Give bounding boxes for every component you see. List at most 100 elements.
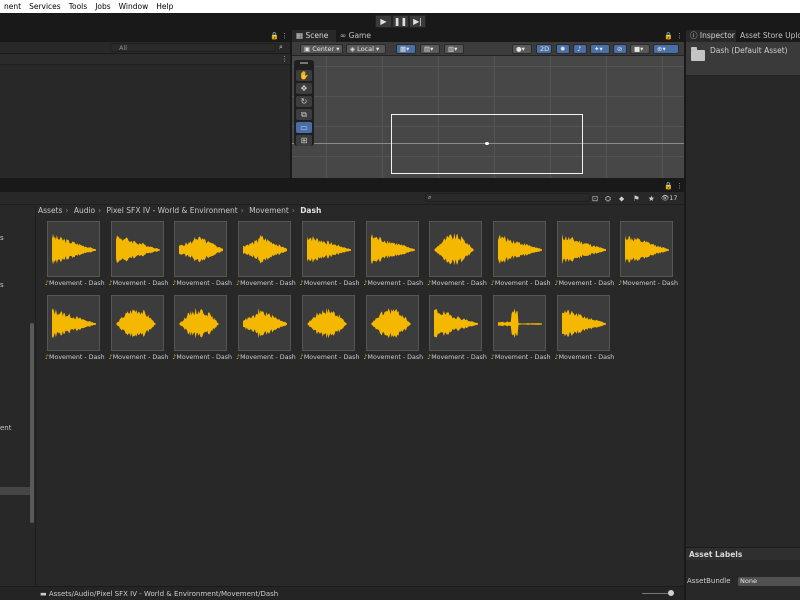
breadcrumb-audio[interactable]: Audio (74, 206, 95, 215)
drag-handle[interactable] (300, 62, 308, 64)
more-menu-icon[interactable]: ⋮ (676, 30, 683, 42)
asset-item[interactable]: ♪Movement - Dash (427, 295, 487, 363)
search-filter-icon[interactable]: ⌕ (279, 43, 283, 52)
menu-item[interactable]: nent (0, 0, 25, 13)
breadcrumb-movement[interactable]: Movement (249, 206, 289, 215)
asset-item[interactable]: ♪Movement - Dash (618, 221, 678, 289)
tab-scene[interactable]: ▦ Scene (292, 30, 336, 42)
more-menu-icon[interactable]: ⋮ (281, 30, 288, 42)
hierarchy-row[interactable]: ⋮ (0, 55, 290, 65)
waveform-graphic (497, 234, 542, 264)
space-dropdown[interactable]: ◈ Local ▾ (346, 44, 386, 54)
favorite-icon[interactable]: ★ (648, 194, 655, 203)
waveform-graphic (370, 308, 415, 339)
asset-name: Movement - Dash (367, 280, 424, 287)
camera-icon[interactable]: ■▾ (630, 44, 650, 54)
asset-item[interactable]: ♪Movement - Dash (300, 221, 359, 289)
scene-viewport[interactable] (292, 56, 684, 178)
toggle-2d-button[interactable]: 2D (536, 44, 552, 54)
tree-scrollbar[interactable] (30, 323, 34, 523)
asset-item[interactable]: ♪Movement - Dash (364, 221, 423, 289)
audio-toggle-button[interactable]: ▥▾ (444, 44, 464, 54)
audio-waveform-thumbnail (365, 221, 419, 277)
asset-item[interactable]: ♪Movement - Dash (364, 295, 423, 363)
asset-item[interactable]: ♪Movement - Dash (45, 295, 105, 363)
asset-item[interactable]: ♪Movement - Dash (427, 221, 487, 289)
tree-item[interactable]: ent (0, 424, 12, 432)
asset-label: ♪Movement - Dash (172, 280, 232, 287)
more-menu-icon[interactable]: ⋮ (676, 180, 683, 192)
move-tool-icon[interactable]: ✥ (296, 83, 312, 94)
asset-item[interactable]: ♪Movement - Dash (555, 295, 614, 363)
breadcrumb-dash[interactable]: Dash (300, 206, 321, 215)
breadcrumb-assets[interactable]: Assets (38, 206, 62, 215)
tree-item[interactable]: s (0, 281, 4, 289)
hidden-packages-icon[interactable]: 👁17 (661, 194, 678, 202)
step-button[interactable]: ▶| (409, 15, 426, 28)
asset-name: Movement - Dash (49, 354, 105, 361)
filter-icon[interactable]: ⛭ (605, 194, 611, 204)
asset-item[interactable]: ♪Movement - Dash (109, 295, 168, 363)
hidden-objects-icon[interactable]: ⊘ (613, 44, 627, 54)
search-by-type-icon[interactable]: ⊡ (592, 194, 598, 203)
asset-item[interactable]: ♪Movement - Dash (236, 295, 296, 363)
menu-item[interactable]: Jobs (91, 0, 114, 13)
save-search-icon[interactable]: ⚑ (633, 194, 640, 203)
asset-item[interactable]: ♪Movement - Dash (45, 221, 105, 289)
breadcrumb-pack[interactable]: Pixel SFX IV - World & Environment (107, 206, 238, 215)
asset-item[interactable]: ♪Movement - Dash (109, 221, 168, 289)
pause-button[interactable]: ❚❚ (392, 15, 409, 28)
scale-tool-icon[interactable]: ⧉ (296, 109, 312, 120)
tab-inspector[interactable]: ⓘ Inspector (686, 30, 736, 42)
audio-waveform-thumbnail (174, 295, 228, 351)
lock-icon[interactable]: 🔒 (664, 180, 673, 192)
rotate-tool-icon[interactable]: ↻ (296, 96, 312, 107)
lock-icon[interactable]: 🔒 (270, 30, 279, 42)
asset-label: ♪Movement - Dash (427, 280, 487, 287)
asset-item[interactable]: ♪Movement - Dash (236, 221, 296, 289)
asset-item[interactable]: ♪Movement - Dash (300, 295, 359, 363)
lock-icon[interactable]: 🔒 (664, 30, 673, 42)
transform-tool-icon[interactable]: ⊞ (296, 135, 312, 146)
asset-item[interactable]: ♪Movement - Dash (172, 221, 232, 289)
pivot-icon: ▣ (304, 45, 311, 53)
asset-item[interactable]: ♪Movement - Dash (172, 295, 232, 363)
zoom-slider-handle[interactable] (668, 590, 674, 596)
lighting-toggle-icon[interactable]: ✹ (556, 44, 570, 54)
audio-waveform-thumbnail (301, 221, 355, 277)
effects-toggle-icon[interactable]: ✦▾ (590, 44, 610, 54)
hierarchy-searchbar: All ⌕ (0, 42, 290, 54)
increment-snap-button[interactable]: ▤▾ (420, 44, 440, 54)
asset-label: ♪Movement - Dash (555, 280, 615, 287)
grid-snap-button[interactable]: ▦▾ (396, 44, 416, 54)
tree-item[interactable]: s (0, 234, 4, 242)
waveform-graphic (115, 309, 160, 338)
asset-labels-header[interactable]: Asset Labels (686, 547, 800, 560)
menu-item[interactable]: Help (152, 0, 177, 13)
more-menu-icon[interactable]: ⋮ (281, 55, 288, 63)
play-button[interactable]: ▶ (375, 15, 392, 28)
rect-tool-icon[interactable]: ▭ (296, 122, 312, 133)
tree-item-selected[interactable] (0, 487, 30, 495)
label-icon[interactable]: ⬥ (619, 194, 624, 204)
menu-item[interactable]: Tools (65, 0, 91, 13)
menu-item[interactable]: Services (25, 0, 65, 13)
shading-mode-button[interactable]: ●▾ (512, 44, 532, 54)
waveform-graphic (561, 233, 606, 265)
audio-icon[interactable]: ♪ (573, 44, 587, 54)
asset-label: ♪Movement - Dash (236, 354, 296, 361)
asset-item[interactable]: ♪Movement - Dash (491, 295, 551, 363)
cube-icon: ◈ (350, 45, 355, 53)
gizmos-button[interactable]: ⊕▾ (653, 44, 679, 54)
tab-asset-store-upload[interactable]: Asset Store Upload (736, 30, 800, 42)
hand-tool-icon[interactable]: ✋ (296, 70, 312, 81)
tab-game[interactable]: ∞ Game (336, 30, 376, 42)
assetbundle-dropdown[interactable]: None (738, 577, 800, 586)
project-search-input[interactable] (425, 193, 590, 202)
asset-item[interactable]: ♪Movement - Dash (491, 221, 551, 289)
audio-waveform-thumbnail (556, 221, 610, 277)
menu-item[interactable]: Window (115, 0, 153, 13)
asset-item[interactable]: ♪Movement - Dash (555, 221, 614, 289)
hierarchy-search-input[interactable]: All (110, 43, 276, 52)
pivot-dropdown[interactable]: ▣ Center ▾ (300, 44, 343, 54)
